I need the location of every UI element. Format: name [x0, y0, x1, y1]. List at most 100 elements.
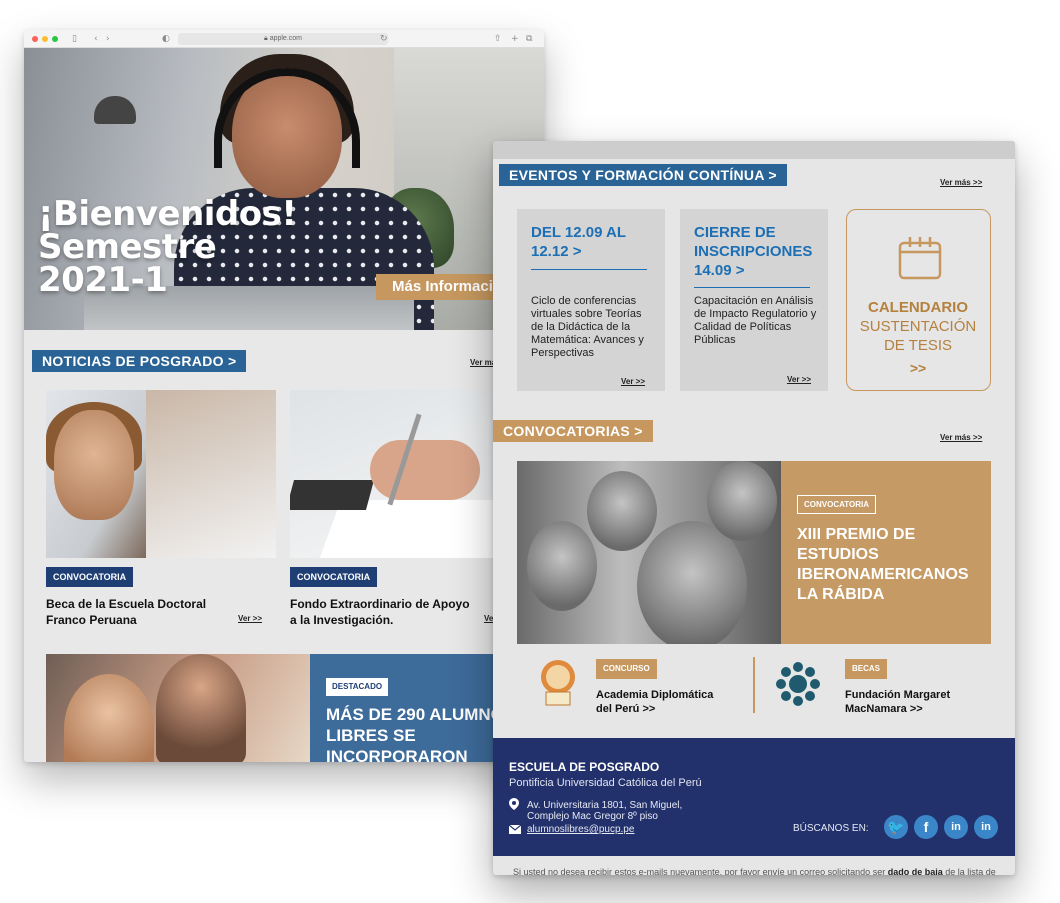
featured-photo-person-1 — [64, 674, 154, 762]
facebook-icon[interactable]: f — [914, 815, 938, 839]
news-label-1: CONVOCATORIA — [46, 567, 134, 587]
concurso-badge: CONCURSO — [596, 659, 657, 679]
location-pin-icon — [509, 798, 519, 810]
footer-find-us: BÚSCANOS EN: — [793, 823, 869, 834]
footer-address-line2: Complejo Mac Gregor 8º piso — [527, 811, 658, 822]
event-card-1[interactable]: DEL 12.09 AL 12.12 > Ciclo de conferenci… — [517, 209, 665, 391]
address-bar[interactable]: 🔒︎ apple.com — [178, 33, 388, 45]
photo-face-1 — [527, 521, 597, 611]
events-section-header[interactable]: EVENTOS Y FORMACIÓN CONTÍNUA > — [499, 164, 787, 186]
events-see-more-link[interactable]: Ver más >> — [940, 178, 982, 187]
event-card-2[interactable]: CIERRE DE INSCRIPCIONES 14.09 > Capacita… — [680, 209, 828, 391]
news-title-1[interactable]: Beca de la Escuela Doctoral Franco Perua… — [46, 596, 206, 628]
hero-title: ¡Bienvenidos! Semestre 2021-1 — [38, 197, 297, 300]
news-image-1-face — [54, 410, 134, 520]
share-icon[interactable]: ⇧ — [494, 33, 502, 45]
photo-face-3 — [637, 521, 747, 644]
featured-label: DESTACADO — [326, 678, 389, 696]
news-section-header[interactable]: NOTICIAS DE POSGRADO > — [32, 350, 247, 372]
fundacion-link[interactable]: Fundación Margaret MacNamara >> — [845, 688, 950, 716]
reload-icon[interactable]: ↻ — [380, 33, 388, 45]
shield-icon[interactable]: ◐ — [162, 33, 170, 45]
news-image-1[interactable] — [46, 390, 276, 558]
event-card-1-desc: Ciclo de conferencias virtuales sobre Te… — [531, 295, 644, 359]
linkedin-alt-icon[interactable]: in — [974, 815, 998, 839]
featured-photo-person-2 — [156, 654, 246, 762]
email-footer: ESCUELA DE POSGRADO Pontificia Universid… — [493, 738, 1015, 856]
photo-face-4 — [707, 461, 777, 541]
event-card-2-desc: Capacitación en Análisis de Impacto Regu… — [694, 295, 817, 346]
news-title-2-line1: Fondo Extraordinario de Apoyo — [290, 597, 470, 611]
calendar-icon — [898, 237, 942, 280]
event-card-2-rule — [694, 287, 810, 288]
event-card-1-title: DEL 12.09 AL 12.12 > — [531, 224, 626, 260]
academia-link[interactable]: Academia Diplomática del Perú >> — [596, 688, 713, 716]
footer-email-link[interactable]: alumnoslibres@pucp.pe — [527, 824, 634, 835]
news-image-2-hand — [370, 440, 480, 500]
composite-canvas: ▯ ‹ › ◐ 🔒︎ apple.com ↻ ⇧ + ⧉ ¡Bienvenido… — [0, 0, 1060, 903]
news-title-1-line1: Beca de la Escuela Doctoral — [46, 597, 207, 611]
news-title-1-line2: Franco Peruana — [46, 613, 137, 627]
linkedin-icon[interactable]: in — [944, 815, 968, 839]
forward-icon[interactable]: › — [106, 33, 110, 45]
calendar-arrow: >> — [909, 360, 927, 376]
calendar-subtitle-2: DE TESIS — [883, 337, 953, 354]
url-text: apple.com — [269, 35, 302, 42]
hero-banner: ¡Bienvenidos! Semestre 2021-1 Más Inform… — [24, 48, 544, 330]
fundacion-link-line2: MacNamara >> — [845, 703, 923, 715]
fundacion-emblem-icon — [776, 662, 820, 706]
unsubscribe-link[interactable]: dado de baja — [888, 867, 943, 875]
convocatorias-see-more-link[interactable]: Ver más >> — [940, 433, 982, 442]
event-card-2-link[interactable]: Ver >> — [787, 375, 811, 384]
calendar-title: CALENDARIO — [868, 299, 968, 316]
back-icon[interactable]: ‹ — [94, 33, 98, 45]
convocatoria-title: XIII PREMIO DE ESTUDIOS IBERONAMERICANOS… — [797, 526, 969, 603]
email-preview: EVENTOS Y FORMACIÓN CONTÍNUA > Ver más >… — [493, 141, 1015, 875]
news-link-1[interactable]: Ver >> — [238, 614, 262, 623]
featured-news[interactable]: DESTACADO MÁS DE 290 ALUMNOS LIBRES SE I… — [46, 654, 544, 762]
becas-badge: BECAS — [845, 659, 888, 679]
envelope-icon — [509, 825, 521, 834]
photo-face-2 — [587, 471, 657, 551]
convocatoria-label: CONVOCATORIA — [797, 495, 877, 514]
calendar-subtitle-1: SUSTENTACIÓN — [859, 318, 977, 335]
news-image-1-bg — [146, 390, 276, 558]
browser-window: ▯ ‹ › ◐ 🔒︎ apple.com ↻ ⇧ + ⧉ ¡Bienvenido… — [24, 30, 544, 762]
calendar-card[interactable]: CALENDARIO SUSTENTACIÓN DE TESIS >> — [846, 209, 991, 391]
unsubscribe-text-after: de la lista de — [942, 867, 996, 875]
news-label-2: CONVOCATORIA — [290, 567, 378, 587]
academia-seal-icon — [541, 660, 575, 706]
unsubscribe-text-before: Si usted no desea recibir estos e-mails … — [513, 867, 888, 875]
twitter-icon[interactable]: 🐦 — [884, 815, 908, 839]
close-window-dot[interactable] — [32, 36, 38, 42]
academia-link-line1: Academia Diplomática — [596, 689, 714, 701]
footer-university: Pontificia Universidad Católica del Perú — [509, 777, 702, 789]
event-card-1-rule — [531, 269, 647, 270]
convocatoria-photo — [517, 461, 781, 644]
sidebar-icon[interactable]: ▯ — [72, 33, 77, 45]
fundacion-link-line1: Fundación Margaret — [845, 689, 951, 701]
divider — [753, 657, 755, 713]
browser-toolbar: ▯ ‹ › ◐ 🔒︎ apple.com ↻ ⇧ + ⧉ — [24, 30, 544, 48]
minimize-window-dot[interactable] — [42, 36, 48, 42]
new-tab-icon[interactable]: + — [511, 33, 519, 45]
calculator-icon — [290, 480, 375, 510]
event-card-2-title: CIERRE DE INSCRIPCIONES 14.09 > — [694, 224, 813, 279]
news-image-2[interactable] — [290, 390, 520, 558]
news-title-2-line2: a la Investigación. — [290, 613, 394, 627]
footer-address-line1: Av. Universitaria 1801, San Miguel, — [527, 800, 683, 811]
academia-link-line2: del Perú >> — [596, 703, 656, 715]
hero-title-line3: 2021-1 — [38, 260, 168, 300]
tabs-overview-icon[interactable]: ⧉ — [526, 33, 532, 45]
news-title-2[interactable]: Fondo Extraordinario de Apoyo a la Inves… — [290, 596, 470, 628]
footer-address: Av. Universitaria 1801, San Miguel, Comp… — [527, 800, 682, 822]
unsubscribe-note: Si usted no desea recibir estos e-mails … — [513, 867, 1013, 875]
footer-school: ESCUELA DE POSGRADO — [509, 760, 660, 774]
hero-bg-lamp — [94, 96, 136, 124]
featured-photo — [46, 654, 310, 762]
event-card-1-link[interactable]: Ver >> — [621, 377, 645, 386]
email-top-strip — [493, 141, 1015, 159]
convocatoria-banner[interactable]: CONVOCATORIA XIII PREMIO DE ESTUDIOS IBE… — [517, 461, 991, 644]
zoom-window-dot[interactable] — [52, 36, 58, 42]
convocatorias-section-header[interactable]: CONVOCATORIAS > — [493, 420, 653, 442]
